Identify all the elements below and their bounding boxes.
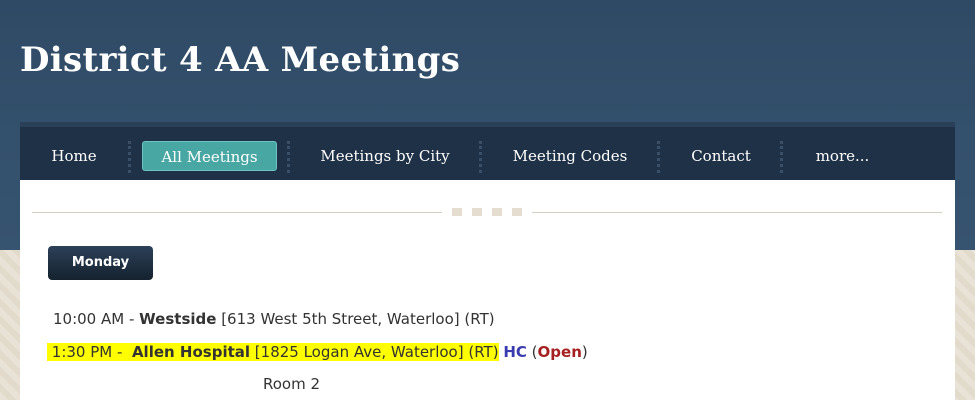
paren-close: ) [581, 343, 588, 361]
meeting-entry: 10:00 AM - Westside [613 West 5th Street… [53, 307, 495, 331]
meeting-room-note: Room 2 [263, 375, 321, 393]
meeting-code-hc: HC [503, 343, 527, 361]
section-divider [32, 212, 442, 213]
nav-separator [287, 141, 290, 173]
nav-meetings-by-city[interactable]: Meetings by City [310, 141, 460, 171]
nav-meeting-codes[interactable]: Meeting Codes [502, 141, 638, 171]
content-panel: Monday 10:00 AM - Westside [613 West 5th… [20, 180, 955, 400]
paren-open: ( [526, 343, 538, 361]
divider-dot [492, 208, 502, 216]
site-title: District 4 AA Meetings [20, 40, 461, 80]
divider-dot [512, 208, 522, 216]
nav-separator [657, 141, 660, 173]
nav-separator [780, 141, 783, 173]
meeting-name: Westside [139, 310, 217, 328]
meeting-address: [1825 Logan Ave, Waterloo] (RT) [250, 343, 499, 361]
section-divider [532, 212, 942, 213]
meeting-entry-highlighted: 1:30 PM - Allen Hospital [1825 Logan Ave… [47, 340, 588, 364]
nav-more[interactable]: more... [805, 141, 880, 171]
main-navigation: Home All Meetings Meetings by City Meeti… [20, 122, 955, 180]
meeting-time: 10:00 AM - [53, 310, 140, 328]
nav-separator [128, 141, 131, 173]
meeting-status-open: Open [537, 343, 582, 361]
meeting-time: 1:30 PM - [51, 343, 128, 361]
divider-dot [452, 208, 462, 216]
meeting-address: [613 West 5th Street, Waterloo] (RT) [216, 310, 495, 328]
nav-home[interactable]: Home [38, 141, 110, 171]
nav-all-meetings[interactable]: All Meetings [142, 141, 277, 171]
day-button-monday[interactable]: Monday [48, 246, 153, 280]
nav-separator [479, 141, 482, 173]
divider-dot [472, 208, 482, 216]
meeting-name: Allen Hospital [131, 343, 251, 361]
nav-contact[interactable]: Contact [680, 141, 762, 171]
meeting-highlight: 1:30 PM - Allen Hospital [1825 Logan Ave… [47, 343, 499, 361]
